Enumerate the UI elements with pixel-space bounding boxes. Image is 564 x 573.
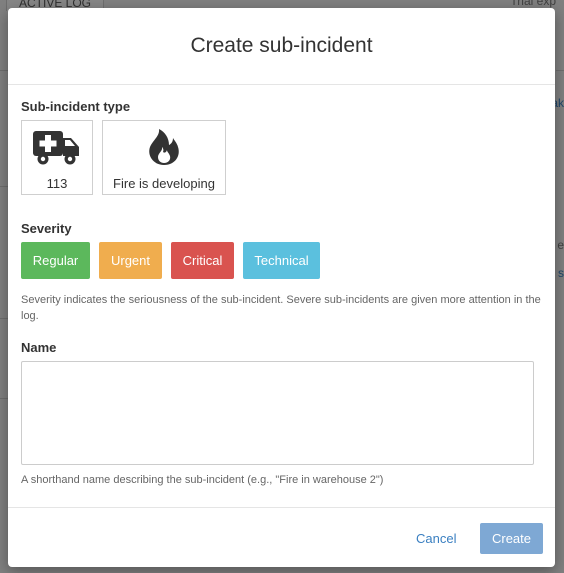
dialog-title: Create sub-incident [190,34,373,57]
sub-incident-type-label: Sub-incident type [21,99,131,114]
severity-technical-button[interactable]: Technical [243,242,320,279]
dialog-body: Sub-incident type 113 Fire is developing… [8,85,555,488]
name-help-text: A shorthand name describing the sub-inci… [21,474,384,486]
type-option-label: Fire is developing [113,176,215,191]
create-button[interactable]: Create [480,523,543,554]
type-option-fire-is-developing[interactable]: Fire is developing [102,120,226,195]
severity-label: Severity [21,221,72,236]
dialog-header: Create sub-incident [8,8,555,85]
name-label: Name [21,340,57,355]
type-option-113[interactable]: 113 [21,120,93,195]
severity-regular-button[interactable]: Regular [21,242,90,279]
ambulance-icon [33,127,81,167]
name-input[interactable] [21,361,534,465]
severity-critical-button[interactable]: Critical [171,242,234,279]
sub-incident-type-options: 113 Fire is developing [21,120,542,195]
type-option-label: 113 [46,176,68,191]
fire-icon [147,127,181,167]
cancel-button[interactable]: Cancel [410,523,460,554]
dialog-footer: Cancel Create [8,507,555,567]
severity-help-text: Severity indicates the seriousness of th… [21,294,541,322]
severity-urgent-button[interactable]: Urgent [99,242,162,279]
create-sub-incident-dialog: Create sub-incident Sub-incident type 11… [8,8,555,567]
severity-options: Regular Urgent Critical Technical [21,242,542,279]
